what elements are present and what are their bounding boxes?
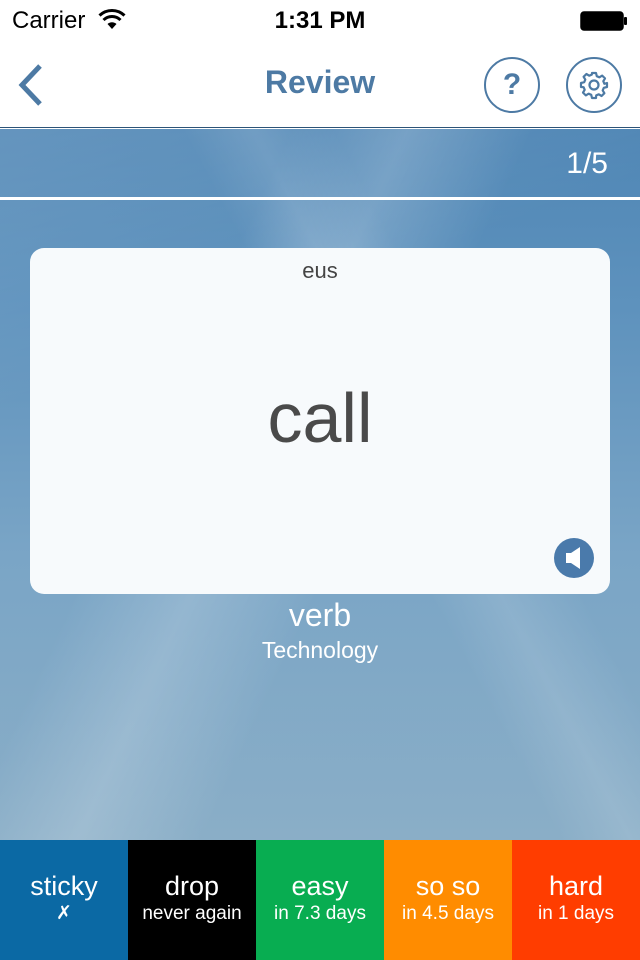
answer-interval: in 1 days — [537, 903, 615, 924]
navigation-bar: Review ? — [0, 40, 640, 128]
gear-icon — [579, 71, 609, 100]
answer-label: so so — [415, 871, 481, 901]
card-language: eus — [302, 258, 338, 283]
easy-button[interactable]: easy in 7.3 days — [256, 840, 384, 960]
card-word: call — [267, 379, 373, 457]
flashcard[interactable]: eus call — [30, 248, 610, 594]
progress-counter: 1/5 — [566, 147, 608, 180]
answer-label: drop — [164, 871, 220, 901]
status-time: 1:31 PM — [274, 7, 366, 34]
help-button[interactable]: ? — [484, 57, 540, 113]
answer-interval: in 7.3 days — [274, 903, 366, 924]
settings-button[interactable] — [566, 57, 622, 113]
answer-interval: in 4.5 days — [402, 903, 494, 924]
hard-button[interactable]: hard in 1 days — [512, 840, 640, 960]
answer-bar: sticky ✗ drop never again easy in 7.3 da… — [0, 840, 640, 960]
x-mark-icon: ✗ — [56, 903, 72, 924]
part-of-speech: verb — [288, 597, 352, 633]
chevron-left-icon[interactable] — [14, 62, 48, 108]
help-label: ? — [502, 68, 522, 101]
answer-label: hard — [548, 871, 604, 901]
answer-label: easy — [291, 871, 349, 901]
review-area: 1/5 eus call verb Technology — [0, 129, 640, 840]
so-so-button[interactable]: so so in 4.5 days — [384, 840, 512, 960]
play-audio-button[interactable] — [554, 538, 594, 578]
status-bar: Carrier 1:31 PM — [0, 0, 640, 40]
speaker-icon — [566, 547, 580, 569]
divider — [0, 197, 640, 200]
sticky-button[interactable]: sticky ✗ — [0, 840, 128, 960]
page-title: Review — [264, 64, 376, 100]
battery-full-icon — [580, 11, 627, 31]
word-category: Technology — [261, 637, 379, 663]
answer-label: sticky — [30, 871, 98, 901]
answer-interval: never again — [142, 903, 242, 924]
drop-button[interactable]: drop never again — [128, 840, 256, 960]
